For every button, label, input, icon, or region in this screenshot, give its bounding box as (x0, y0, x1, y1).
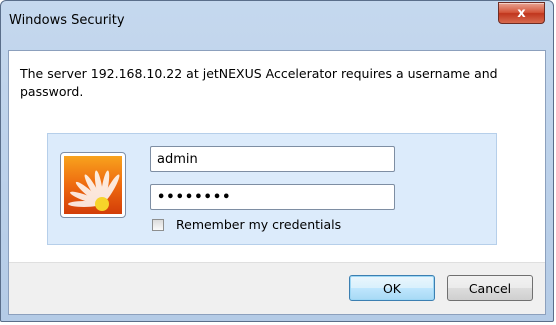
username-field[interactable] (150, 146, 395, 172)
user-tile-flower-icon (60, 152, 126, 218)
window-title: Windows Security (9, 13, 125, 28)
close-icon: x (517, 5, 526, 21)
title-bar[interactable]: Windows Security x (1, 1, 553, 41)
security-dialog: Windows Security x The server 192.168.10… (0, 0, 554, 322)
close-button[interactable]: x (498, 2, 545, 24)
remember-checkbox[interactable] (152, 218, 164, 231)
credential-tile: Remember my credentials (47, 133, 497, 245)
dialog-body: The server 192.168.10.22 at jetNEXUS Acc… (8, 50, 546, 315)
password-field[interactable] (150, 184, 395, 210)
cancel-button[interactable]: Cancel (447, 275, 533, 301)
ok-button[interactable]: OK (349, 275, 435, 301)
remember-credentials[interactable]: Remember my credentials (152, 217, 341, 232)
prompt-message: The server 192.168.10.22 at jetNEXUS Acc… (20, 66, 498, 99)
remember-label: Remember my credentials (176, 217, 342, 232)
button-bar: OK Cancel (9, 262, 545, 314)
